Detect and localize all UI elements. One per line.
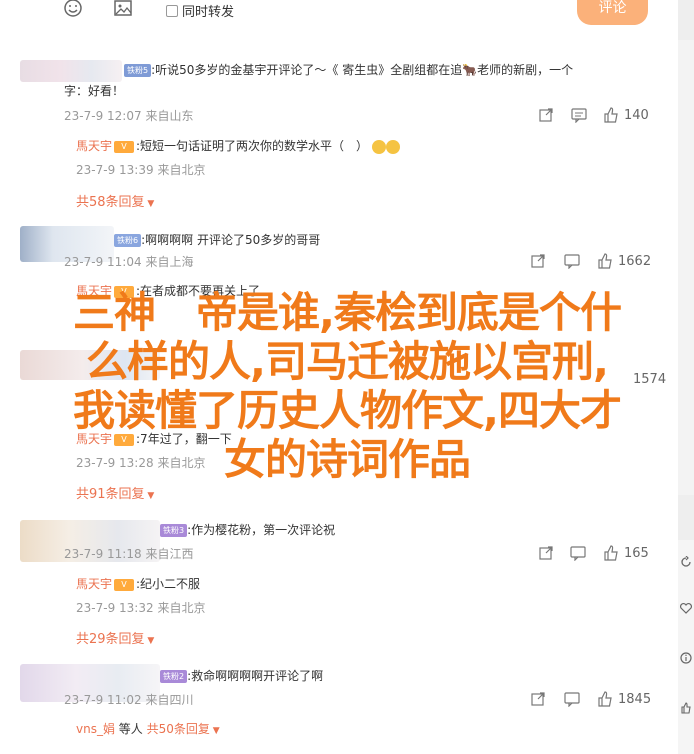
thumbs-up-icon: [603, 545, 619, 561]
reply-button[interactable]: [570, 545, 586, 562]
refresh-icon[interactable]: [680, 555, 692, 568]
comment-toolbar: 同时转发 评论: [0, 0, 694, 28]
headline-line: 女的诗词作品: [223, 435, 471, 484]
reply-text: :纪小二不服: [136, 577, 201, 591]
laughing-emoji-icon: [371, 139, 386, 154]
reply-time: 23-7-9 13:39: [76, 163, 154, 177]
vip-badge: V: [114, 578, 135, 591]
share-button[interactable]: [530, 691, 546, 707]
reply-summary: vns_娟 等人 共50条回复 ▼: [76, 720, 220, 737]
reply-author[interactable]: vns_娟: [76, 722, 115, 736]
like-icon[interactable]: [680, 702, 692, 714]
image-icon[interactable]: [113, 0, 133, 18]
share-icon: [530, 691, 546, 707]
info-icon[interactable]: [680, 652, 692, 664]
thumbs-up-icon: [597, 253, 613, 269]
comment-text: :啊啊啊啊 开评论了50多岁的哥哥: [141, 233, 321, 247]
fan-badge: 铁粉6: [114, 234, 142, 247]
reply-location: 来自北京: [157, 601, 206, 615]
fan-badge: 铁粉2: [160, 670, 188, 683]
comment-time: 23-7-9 11:18: [64, 547, 142, 561]
headline-line: 三神 帝是谁,秦桧到底是个什: [73, 288, 622, 337]
like-button[interactable]: 165: [603, 545, 649, 561]
emoji-icon[interactable]: [63, 0, 83, 18]
reply-author[interactable]: 馬天宇: [76, 139, 112, 153]
view-more-replies-link[interactable]: 共58条回复 ▼: [76, 191, 154, 210]
chevron-down-icon: ▼: [209, 726, 220, 736]
view-more-replies-link[interactable]: 共91条回复 ▼: [76, 483, 154, 502]
comment-location: 来自四川: [145, 693, 194, 707]
comment-icon: [570, 545, 586, 562]
comment-text: :听说50多岁的金基宇开评论了～《 寄生虫》全剧组都在追🐂老师的新剧，一个: [151, 63, 574, 77]
thumbs-up-icon: [597, 691, 613, 707]
vip-badge: V: [114, 140, 135, 153]
comment-item: 铁粉5:听说50多岁的金基宇开评论了～《 寄生虫》全剧组都在追🐂老师的新剧，一个…: [0, 58, 678, 210]
share-icon: [538, 107, 554, 123]
share-button[interactable]: [538, 545, 554, 561]
side-toolbar: [678, 540, 694, 754]
headline-line: 我读懂了历史人物作文,四大才: [73, 386, 622, 435]
comment-icon: [564, 253, 580, 270]
comment-location: 来自山东: [145, 109, 194, 123]
comment-time: 23-7-9 12:07: [64, 109, 142, 123]
reply-others-label: 等人: [118, 722, 143, 736]
like-count: 1662: [618, 253, 652, 269]
reply-button[interactable]: [571, 107, 587, 124]
like-button[interactable]: 140: [603, 107, 649, 123]
reply-button[interactable]: [564, 691, 580, 708]
share-button[interactable]: [538, 107, 554, 123]
heart-icon[interactable]: [680, 602, 692, 614]
headline-overlay: 三神 帝是谁,秦桧到底是个什 么样的人,司马迁被施以宫刑, 我读懂了历史人物作文…: [0, 288, 694, 484]
like-count: 1845: [618, 691, 652, 707]
laughing-emoji-icon: [385, 139, 400, 154]
repost-label: 同时转发: [182, 5, 235, 20]
checkbox-box[interactable]: [166, 4, 178, 17]
commenter-avatar: [20, 60, 122, 82]
fan-badge: 铁粉3: [160, 524, 188, 537]
comment-location: 来自江西: [145, 547, 194, 561]
reply-item: 馬天宇 V:纪小二不服: [76, 575, 200, 592]
headline-line: 么样的人,司马迁被施以宫刑,: [86, 337, 609, 386]
view-more-replies-link[interactable]: 共50条回复: [147, 722, 210, 736]
like-button[interactable]: 1845: [597, 691, 651, 707]
comment-icon: [571, 107, 587, 124]
reply-text: :短短一句话证明了两次你的数学水平（ ）: [136, 139, 369, 153]
repost-checkbox[interactable]: 同时转发: [166, 1, 234, 20]
comment-location: 来自上海: [145, 255, 194, 269]
like-button[interactable]: 1662: [597, 253, 651, 269]
comment-time: 23-7-9 11:02: [64, 693, 142, 707]
like-count: 165: [624, 545, 649, 561]
comment-text: :救命啊啊啊啊开评论了啊: [187, 669, 324, 683]
share-icon: [530, 253, 546, 269]
comment-item: 铁粉3:作为樱花粉，第一次评论祝 23-7-9 11:18 来自江西 165 馬…: [0, 518, 678, 648]
like-count: 140: [624, 107, 649, 123]
view-more-replies-link[interactable]: 共29条回复 ▼: [76, 628, 154, 647]
share-button[interactable]: [530, 253, 546, 269]
reply-location: 来自北京: [157, 163, 206, 177]
reply-author[interactable]: 馬天宇: [76, 577, 112, 591]
comment-text: :作为樱花粉，第一次评论祝: [187, 523, 336, 537]
reply-button[interactable]: [564, 253, 580, 270]
comment-time: 23-7-9 11:04: [64, 255, 142, 269]
reply-time: 23-7-9 13:32: [76, 601, 154, 615]
comment-text-continued: 字：好看！: [64, 84, 125, 98]
fan-badge: 铁粉5: [124, 64, 152, 77]
comment-item: 铁粉2:救命啊啊啊啊开评论了啊 23-7-9 11:02 来自四川 1845 v…: [0, 662, 678, 754]
submit-comment-button[interactable]: 评论: [577, 0, 648, 25]
thumbs-up-icon: [603, 107, 619, 123]
share-icon: [538, 545, 554, 561]
reply-item: 馬天宇 V:短短一句话证明了两次你的数学水平（ ）: [76, 137, 400, 154]
comment-icon: [564, 691, 580, 708]
